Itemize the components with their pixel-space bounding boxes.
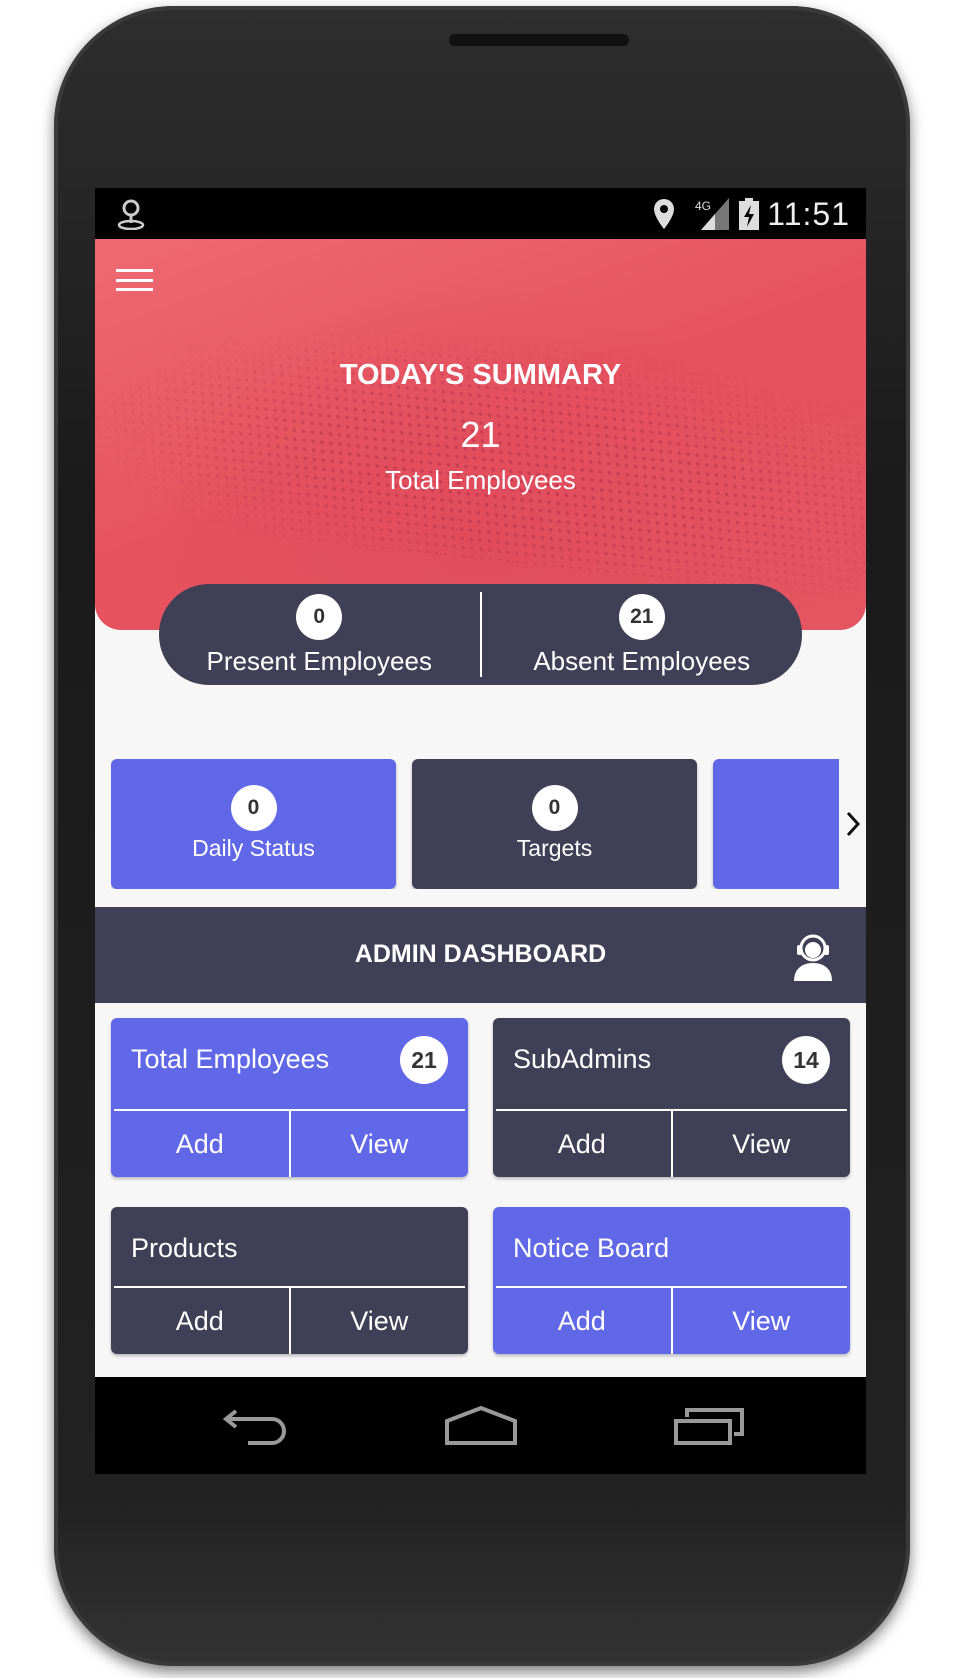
recent-apps-icon[interactable] <box>673 1405 745 1445</box>
add-notice-button[interactable]: Add <box>493 1288 671 1354</box>
attendance-summary: 0 Present Employees 21 Absent Employees <box>159 584 802 685</box>
present-employees[interactable]: 0 Present Employees <box>159 584 480 685</box>
targets-count: 0 <box>531 785 578 831</box>
targets-label: Targets <box>516 835 593 861</box>
tile-title: SubAdmins <box>513 1044 652 1074</box>
tile-notice-board: Notice Board Add View <box>493 1207 850 1354</box>
view-subadmins-button[interactable]: View <box>673 1111 851 1177</box>
present-label: Present Employees <box>206 646 432 676</box>
battery-charging-icon <box>739 198 759 230</box>
support-agent-icon[interactable] <box>792 931 834 981</box>
svg-text:4G: 4G <box>695 199 711 213</box>
speaker <box>449 34 629 46</box>
next-card-partial[interactable] <box>713 759 839 889</box>
add-subadmin-button[interactable]: Add <box>493 1111 671 1177</box>
tile-count-badge: 14 <box>782 1036 830 1084</box>
view-employees-button[interactable]: View <box>291 1111 469 1177</box>
targets-card[interactable]: 0 Targets <box>412 759 697 889</box>
clock: 11:51 <box>767 196 850 232</box>
add-employee-button[interactable]: Add <box>111 1111 289 1177</box>
daily-status-count: 0 <box>230 785 277 831</box>
status-cards-carousel[interactable]: 0 Daily Status 0 Targets <box>111 759 839 889</box>
status-bar: 4G 11:51 <box>95 188 866 239</box>
summary-title: TODAY'S SUMMARY <box>339 359 622 391</box>
summary-header: TODAY'S SUMMARY 21 Total Employees <box>95 239 866 630</box>
absent-count-badge: 21 <box>618 594 665 640</box>
tile-title: Notice Board <box>513 1233 670 1263</box>
daily-status-label: Daily Status <box>192 835 315 861</box>
menu-icon[interactable] <box>116 269 153 291</box>
location-icon <box>654 199 674 229</box>
location-app-icon <box>117 199 145 230</box>
chevron-right-icon[interactable] <box>839 763 866 885</box>
view-products-button[interactable]: View <box>291 1288 469 1354</box>
view-notices-button[interactable]: View <box>673 1288 851 1354</box>
tile-products: Products Add View <box>111 1207 468 1354</box>
back-icon[interactable] <box>222 1405 292 1445</box>
navigation-bar <box>95 1377 866 1474</box>
home-icon[interactable] <box>444 1405 518 1445</box>
signal-icon: 4G <box>695 198 729 230</box>
screen: 4G 11:51 TODAY'S SUMMARY 21 Total Employ… <box>95 188 866 1474</box>
tile-total-employees: Total Employees 21 Add View <box>111 1018 468 1177</box>
admin-dashboard-title: ADMIN DASHBOARD <box>354 940 607 968</box>
tile-title: Products <box>131 1233 238 1263</box>
absent-employees[interactable]: 21 Absent Employees <box>482 584 803 685</box>
present-count-badge: 0 <box>296 594 343 640</box>
total-employees-label: Total Employees <box>385 465 576 495</box>
add-product-button[interactable]: Add <box>111 1288 289 1354</box>
daily-status-card[interactable]: 0 Daily Status <box>111 759 396 889</box>
tile-subadmins: SubAdmins 14 Add View <box>493 1018 850 1177</box>
absent-label: Absent Employees <box>533 646 751 676</box>
admin-dashboard-bar: ADMIN DASHBOARD <box>95 907 866 1003</box>
tile-count-badge: 21 <box>400 1036 448 1084</box>
total-employees-value: 21 <box>460 414 501 455</box>
tile-title: Total Employees <box>131 1044 330 1074</box>
